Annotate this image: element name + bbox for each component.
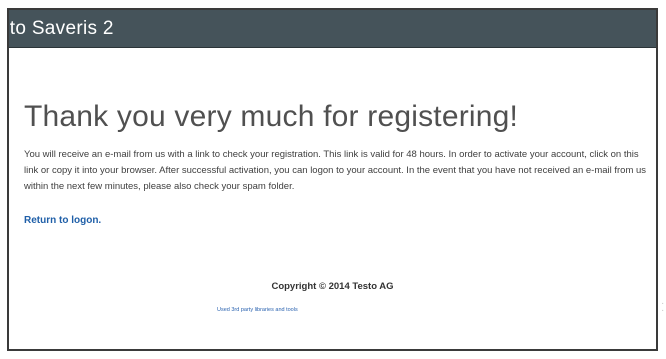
registration-confirmation: Thank you very much for registering! You… [24, 100, 646, 228]
scroll-edge-marker: · · [661, 298, 665, 316]
app-header: sto Saveris 2 [9, 10, 656, 48]
copyright-text: Copyright © 2014 Testo AG [271, 281, 394, 292]
return-to-logon-link[interactable]: Return to logon. [24, 215, 101, 226]
page-title: Thank you very much for registering! [24, 100, 519, 133]
confirmation-message: You will receive an e-mail from us with … [24, 149, 647, 192]
third-party-libraries-link[interactable]: Used 3rd party libraries and tools [217, 307, 298, 313]
app-title: sto Saveris 2 [7, 18, 114, 39]
browser-window-frame: sto Saveris 2 Thank you very much for re… [7, 8, 658, 351]
